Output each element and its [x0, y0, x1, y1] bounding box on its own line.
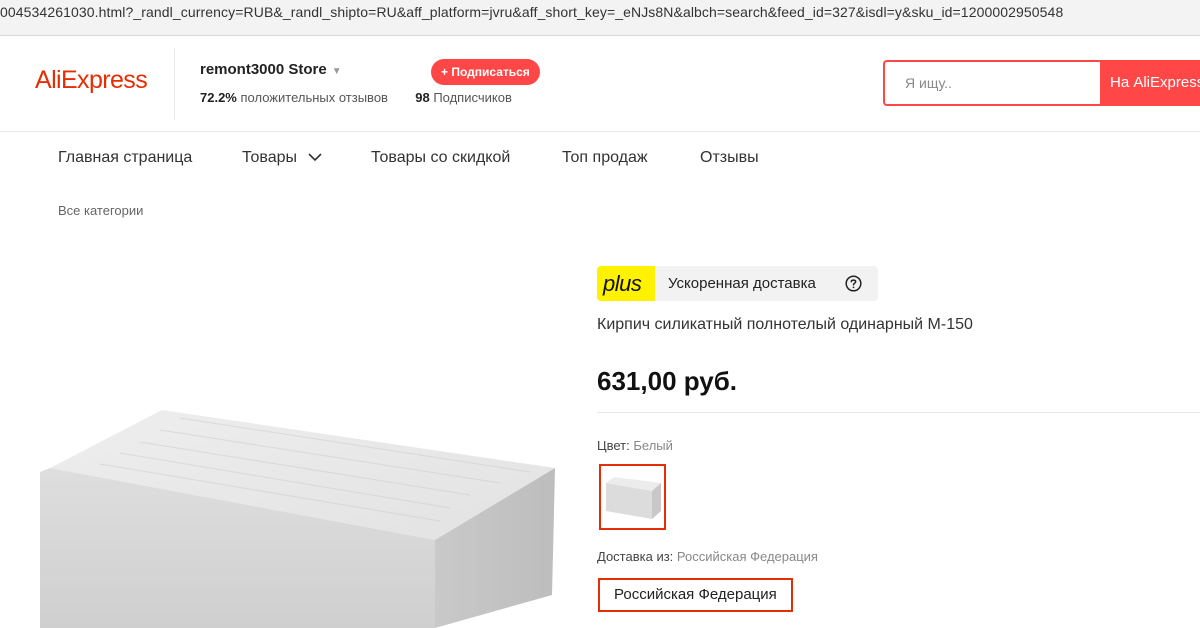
fast-delivery-badge[interactable]: plus Ускоренная доставка — [597, 266, 878, 301]
store-dropdown-caret-icon[interactable]: ▼ — [332, 66, 342, 77]
ship-from-option-button[interactable]: Российская Федерация — [598, 578, 793, 612]
swatch-brick-thumbnail — [606, 477, 661, 519]
plus-logo-text: plus — [603, 271, 642, 296]
store-header: AliExpress remont3000 Store ▼ 72.2% полож… — [0, 36, 1200, 132]
store-nav: Главная страница Товары Товары со скидко… — [0, 132, 1200, 184]
address-bar-url[interactable]: 004534261030.html?_randl_currency=RUB&_r… — [0, 0, 1200, 36]
search-box[interactable] — [883, 60, 1100, 106]
positive-feedback-label: положительных отзывов — [240, 90, 388, 105]
color-label-value: Белый — [633, 438, 673, 453]
product-title: Кирпич силикатный полнотелый одинарный М… — [597, 316, 973, 333]
aliexpress-logo[interactable]: AliExpress — [35, 66, 148, 95]
header-divider — [174, 48, 175, 120]
nav-discounted[interactable]: Товары со скидкой — [371, 149, 510, 167]
nav-products[interactable]: Товары — [242, 149, 322, 167]
ship-from-label: Доставка из: Российская Федерация — [597, 549, 818, 564]
help-icon[interactable] — [845, 275, 862, 292]
store-name[interactable]: remont3000 Store ▼ — [200, 61, 342, 78]
subscribe-button[interactable]: + Подписаться — [431, 59, 540, 85]
subscribers-label: Подписчиков — [433, 90, 512, 105]
color-swatch-white[interactable] — [599, 464, 666, 530]
chevron-down-icon[interactable] — [307, 153, 322, 162]
search-button[interactable]: На AliExpress — [1100, 60, 1200, 106]
nav-reviews[interactable]: Отзывы — [700, 149, 759, 167]
ship-from-value: Российская Федерация — [676, 549, 818, 564]
store-stats: 72.2% положительных отзывов 98 Подписчик… — [200, 90, 512, 105]
fast-delivery-text: Ускоренная доставка — [668, 275, 816, 292]
plus-logo: plus — [597, 266, 655, 301]
store-name-text[interactable]: remont3000 Store — [200, 61, 327, 78]
search-input[interactable] — [885, 62, 1100, 104]
page-root: 004534261030.html?_randl_currency=RUB&_r… — [0, 0, 1200, 628]
nav-top-sales[interactable]: Топ продаж — [562, 149, 648, 167]
subscribers-count: 98 — [415, 90, 430, 105]
color-label-key: Цвет: — [597, 438, 630, 453]
product-price: 631,00 руб. — [597, 366, 738, 396]
product-image-brick[interactable] — [30, 390, 570, 628]
ship-from-key: Доставка из: — [597, 549, 674, 564]
nav-home[interactable]: Главная страница — [58, 149, 192, 167]
breadcrumb-all-categories[interactable]: Все категории — [58, 203, 143, 218]
nav-products-label[interactable]: Товары — [242, 149, 297, 166]
positive-feedback-percent: 72.2% — [200, 90, 237, 105]
color-label: Цвет: Белый — [597, 438, 673, 453]
price-divider — [597, 412, 1200, 413]
